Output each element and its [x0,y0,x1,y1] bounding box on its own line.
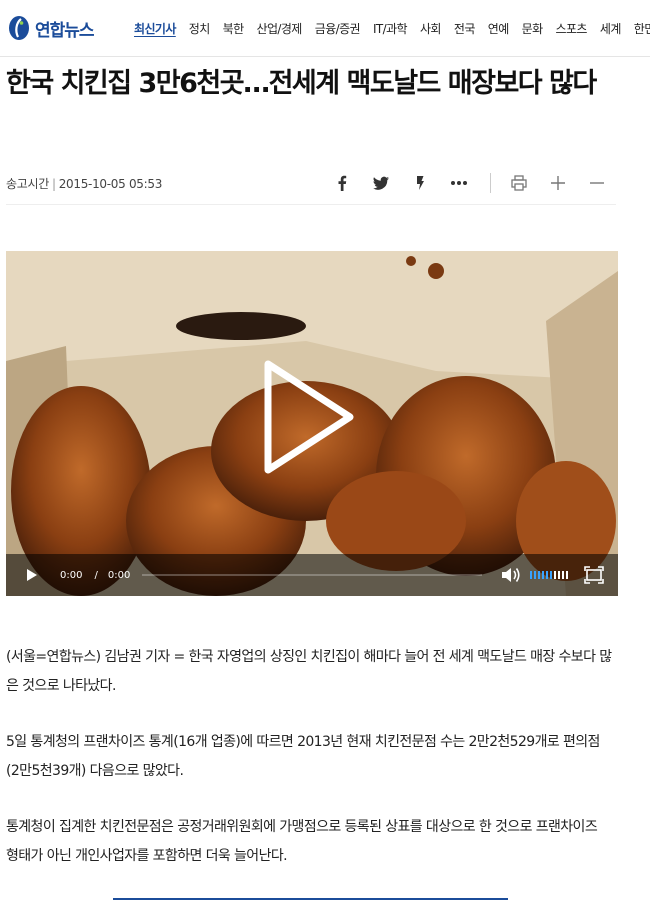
nav-item-culture[interactable]: 문화 [522,20,543,37]
volume-level-bar [554,571,557,579]
main-nav: 최신기사 정치 북한 산업/경제 금융/증권 IT/과학 사회 전국 연예 문화… [134,20,650,37]
font-smaller-button[interactable] [585,171,609,195]
publish-label: 송고시간 [6,177,49,191]
volume-level-bar [566,571,569,579]
article-title: 한국 치킨집 3만6천곳…전세계 맥도날드 매장보다 많다 [6,68,597,99]
kakaostory-share-button[interactable] [408,171,432,195]
fullscreen-icon[interactable] [584,566,605,584]
facebook-icon [338,175,347,191]
kakaostory-icon [417,176,424,190]
volume-level-bar [542,571,545,579]
article-paragraph-1: (서울=연합뉴스) 김남권 기자 = 한국 자영업의 상징인 치킨집이 해마다 … [6,649,612,694]
volume-level-bar [546,571,549,579]
twitter-icon [373,176,389,190]
nav-item-overflow[interactable]: 한민 [634,20,650,37]
video-time-separator: / [94,569,98,581]
nav-item-economy[interactable]: 산업/경제 [257,20,303,37]
nav-item-latest[interactable]: 최신기사 [134,20,176,37]
nav-item-it-science[interactable]: IT/과학 [373,20,408,37]
play-icon[interactable] [26,568,38,582]
print-icon [511,175,527,191]
video-current-time: 0:00 [60,569,83,581]
font-larger-icon [551,176,565,190]
toolbar-divider [490,173,491,193]
volume-level-bar [538,571,541,579]
site-logo[interactable]: 연합뉴스 [8,15,95,41]
video-controls: 0:00 / 0:00 [6,554,618,596]
nav-item-entertainment[interactable]: 연예 [488,20,509,37]
font-smaller-icon [590,182,604,184]
volume-level-bar [550,571,553,579]
more-icon [451,181,467,185]
video-progress-bar[interactable] [142,574,483,576]
nav-item-world[interactable]: 세계 [600,20,621,37]
meta-separator: | [51,177,56,191]
video-duration: 0:00 [107,569,131,581]
article-paragraph-2: 5일 통계청의 프랜차이즈 통계(16개 업종)에 따르면 2013년 현재 치… [6,734,600,779]
volume-slider[interactable] [530,571,570,579]
volume-level-bar [530,571,533,579]
article-paragraph-3: 통계청이 집계한 치킨전문점은 공정거래위원회에 가맹점으로 등록된 상표를 대… [6,819,598,864]
print-button[interactable] [507,171,531,195]
volume-icon[interactable] [500,565,522,585]
nav-item-north-korea[interactable]: 북한 [223,20,244,37]
site-header: 연합뉴스 최신기사 정치 북한 산업/경제 금융/증권 IT/과학 사회 전국 … [0,0,650,57]
play-overlay-button[interactable] [262,358,358,476]
volume-level-bar [558,571,561,579]
more-share-button[interactable] [447,171,471,195]
meta-divider [6,204,616,205]
nav-item-national[interactable]: 전국 [454,20,475,37]
logo-text: 연합뉴스 [35,20,95,41]
nav-item-politics[interactable]: 정치 [189,20,210,37]
yonhap-logo-icon [9,16,29,40]
facebook-share-button[interactable] [330,171,354,195]
volume-level-bar [534,571,537,579]
nav-item-finance[interactable]: 금융/증권 [315,20,361,37]
font-larger-button[interactable] [546,171,570,195]
share-toolbar [330,171,624,195]
nav-item-society[interactable]: 사회 [420,20,441,37]
article-meta: 송고시간 | 2015-10-05 05:53 [6,175,162,192]
twitter-share-button[interactable] [369,171,393,195]
volume-level-bar [562,571,565,579]
publish-datetime: 2015-10-05 05:53 [58,177,163,191]
nav-item-sports[interactable]: 스포츠 [556,20,588,37]
